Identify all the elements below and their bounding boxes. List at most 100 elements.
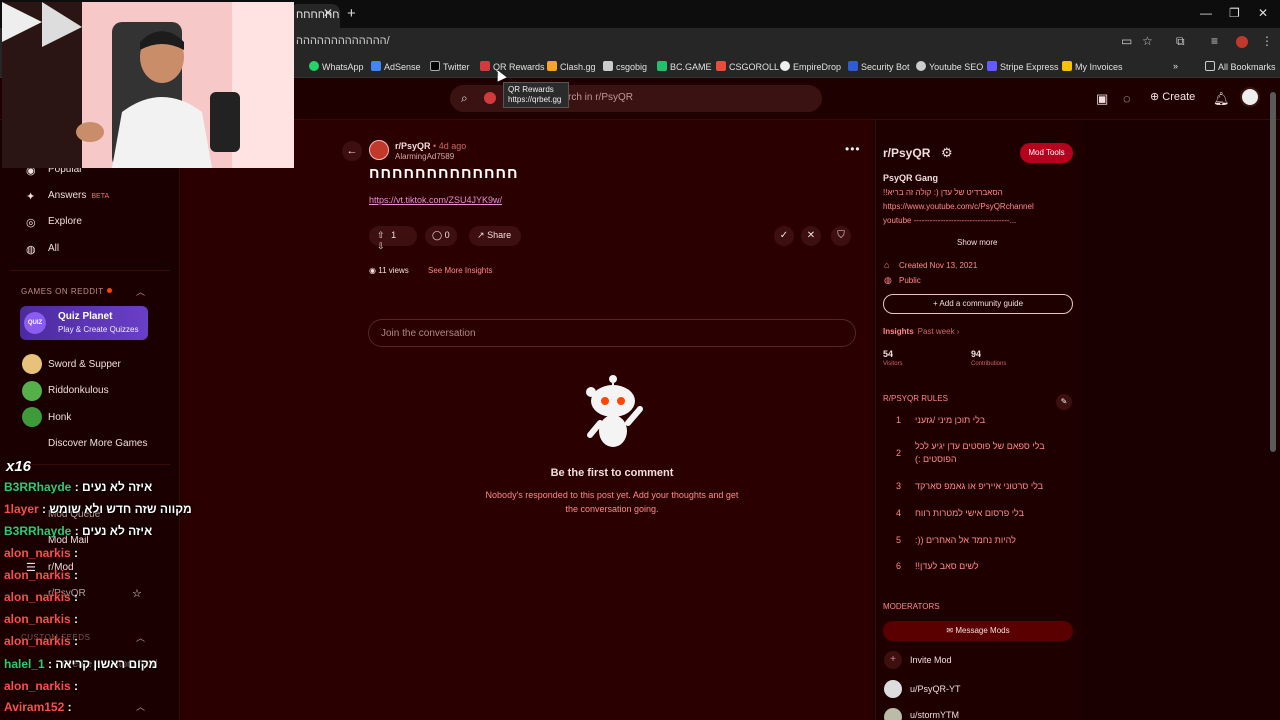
bookmark-stripe[interactable]: Stripe Express (987, 61, 1059, 72)
page-scrollbar[interactable] (1270, 92, 1276, 452)
rule-item[interactable]: בלי פרסום אישי למטרות רווח (915, 507, 1065, 520)
more-bookmarks-icon[interactable]: » (1173, 61, 1178, 71)
chat-text: : (74, 612, 79, 626)
bookmark-invoices[interactable]: My Invoices (1062, 61, 1123, 72)
description-link[interactable]: https://www.youtube.com/c/PsyQRchannel (883, 200, 1073, 214)
bookmark-twitter[interactable]: Twitter (430, 61, 470, 72)
quiz-subtitle: Play & Create Quizzes (58, 325, 139, 334)
bookmark-adsense[interactable]: AdSense (371, 61, 421, 72)
create-label: Create (1162, 91, 1196, 103)
edit-pencil-icon[interactable]: ✎ (1056, 394, 1072, 410)
post-title: חחחחחחחחחחחחח (369, 165, 519, 182)
bookmark-youtube-seo[interactable]: Youtube SEO (916, 61, 983, 72)
chat-icon[interactable]: ◌ (1123, 91, 1131, 106)
bookmark-csgobig[interactable]: csgobig (603, 61, 647, 72)
plus-icon: + (932, 299, 938, 308)
discover-more-games[interactable]: Discover More Games (48, 438, 147, 449)
post-author[interactable]: AlarmingAd7589 (395, 152, 454, 161)
community-display-name: PsyQR Gang (883, 173, 939, 183)
bookmark-clash[interactable]: Clash.gg (547, 61, 596, 72)
maximize-icon[interactable]: ❐ (1229, 6, 1240, 20)
add-community-guide-button[interactable]: + Add a community guide (883, 294, 1073, 314)
chevron-up-icon[interactable]: ︿ (136, 285, 145, 298)
all-bookmarks[interactable]: All Bookmarks (1205, 61, 1276, 72)
rule-number: 3 (896, 481, 902, 491)
url-field[interactable]: ההההההההההההה/ (296, 35, 390, 47)
tooltip-url: https://qrbet.gg (508, 95, 562, 104)
post-link[interactable]: https://vt.tiktok.com/ZSU4JYK9w/ (369, 195, 502, 205)
more-options-icon[interactable]: ••• (845, 142, 861, 156)
extensions-icon[interactable]: ⧉ (1176, 34, 1185, 49)
chat-message: alon_narkis : (4, 679, 78, 693)
rule-item[interactable]: בלי ספאם של פוסטים עדן יגיע לכל הפוסטים … (915, 440, 1065, 466)
user-avatar[interactable] (1240, 87, 1260, 107)
bookmark-security-bot[interactable]: Security Bot (848, 61, 910, 72)
insights-row[interactable]: Insights Past week › (883, 327, 959, 336)
sword-supper-icon (22, 354, 42, 374)
upvote-icon[interactable]: ⇧ (377, 230, 385, 240)
mod-link[interactable]: u/PsyQR-YT (910, 684, 961, 694)
post-subreddit[interactable]: r/PsyQR • 4d ago (395, 141, 466, 151)
rule-item[interactable]: בלי סרטוני אייריפ או גאמפ סארקד (915, 480, 1065, 493)
chat-message: alon_narkis : (4, 546, 78, 560)
chat-text: : (74, 568, 79, 582)
chevron-up-icon[interactable]: ︿ (136, 700, 145, 713)
rule-item[interactable]: לשים סאב לעדן!! (915, 560, 1065, 573)
bookmark-csgoroll[interactable]: CSGOROLL (716, 61, 779, 72)
window-close-icon[interactable]: ✕ (1258, 6, 1268, 20)
bookmark-qr-rewards[interactable]: QR Rewards (480, 61, 545, 72)
nav-explore[interactable]: Explore (48, 216, 82, 227)
remove-icon[interactable]: ✕ (801, 226, 821, 246)
share-button[interactable]: ↗ Share (469, 226, 521, 246)
cast-icon[interactable]: ▭ (1121, 34, 1132, 48)
shield-icon (848, 61, 858, 71)
community-name[interactable]: r/PsyQR (883, 146, 930, 160)
create-button[interactable]: ⊕ Create (1150, 90, 1195, 103)
message-mods-button[interactable]: ✉ Message Mods (883, 621, 1073, 641)
downvote-icon[interactable]: ⇩ (377, 241, 385, 251)
comment-input[interactable]: Join the conversation (368, 319, 856, 347)
approve-icon[interactable]: ✓ (774, 226, 794, 246)
nav-all[interactable]: All (48, 243, 59, 254)
profile-icon[interactable] (1236, 36, 1248, 48)
games-heading[interactable]: GAMES ON REDDIT (21, 287, 112, 296)
game-honk[interactable]: Honk (48, 412, 71, 423)
post-views: ◉ 11 views (369, 266, 409, 275)
star-icon[interactable]: ☆ (1142, 34, 1153, 48)
ads-icon[interactable]: ▣ (1096, 91, 1108, 107)
rule-item[interactable]: בלי תוכן מיני /גזעני (915, 414, 1065, 427)
subreddit-avatar[interactable] (369, 140, 389, 160)
bookmark-whatsapp[interactable]: WhatsApp (309, 61, 364, 72)
new-tab-icon[interactable]: + (347, 5, 356, 22)
rule-number: 6 (896, 561, 902, 571)
bcgame-icon (657, 61, 667, 71)
media-icon[interactable]: ≡ (1211, 34, 1218, 48)
subreddit-chip-icon[interactable] (484, 92, 496, 104)
chat-username: halel_1 (4, 657, 45, 671)
game-riddonkulous[interactable]: Riddonkulous (48, 385, 109, 396)
menu-icon[interactable]: ⋮ (1261, 34, 1273, 48)
shield-icon[interactable]: ⛉ (831, 226, 851, 246)
bookmark-bcgame[interactable]: BC.GAME (657, 61, 712, 72)
minimize-icon[interactable]: — (1200, 6, 1212, 20)
bell-icon[interactable]: 🔔︎ (1213, 91, 1230, 107)
mod-link[interactable]: u/stormYTM (910, 710, 959, 720)
back-arrow-icon[interactable]: ← (342, 141, 362, 161)
star-icon[interactable]: ☆ (132, 587, 142, 600)
divider (10, 464, 170, 465)
invite-mod-button[interactable]: Invite Mod (910, 655, 952, 665)
chevron-up-icon[interactable]: ︿ (136, 631, 145, 644)
created-date: Created Nov 13, 2021 (899, 261, 978, 270)
comments-button[interactable]: ◯ 0 (425, 226, 457, 246)
see-insights-link[interactable]: See More Insights (428, 266, 492, 275)
show-more-button[interactable]: Show more (957, 238, 997, 247)
rule-item[interactable]: להיות נחמד אל האחרים ((: (915, 534, 1065, 547)
close-tab-icon[interactable]: ✕ (323, 6, 333, 20)
search-input[interactable]: rch in r/PsyQR (568, 92, 633, 103)
game-sword-supper[interactable]: Sword & Supper (48, 359, 121, 370)
mod-tools-button[interactable]: Mod Tools (1020, 143, 1073, 163)
bookmark-empiredrop[interactable]: EmpireDrop (780, 61, 841, 72)
nav-answers[interactable]: Answers BETA (48, 190, 109, 201)
quiz-planet-card[interactable]: QUIZ Quiz Planet Play & Create Quizzes (20, 306, 148, 340)
community-settings-icon[interactable]: ⚙ (941, 145, 953, 161)
